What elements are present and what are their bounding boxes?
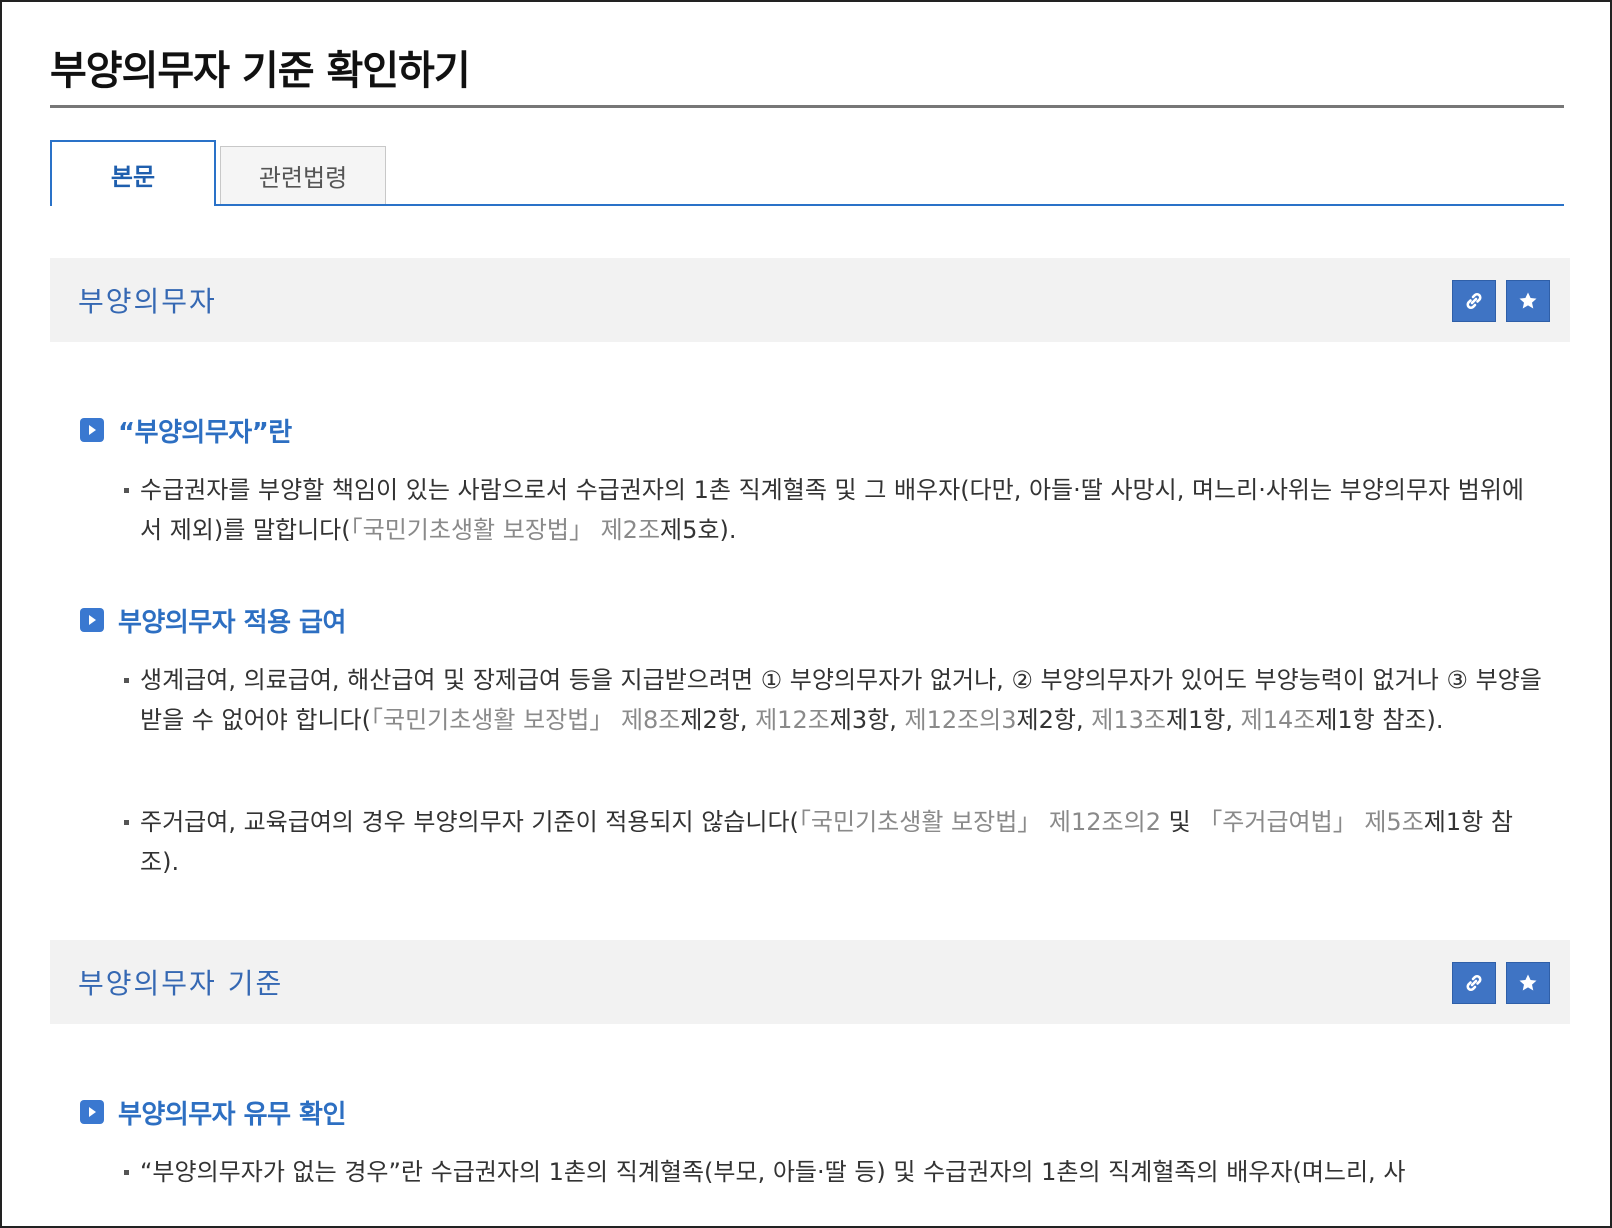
law-reference-link[interactable]: 제13조 [1091,706,1166,734]
section-header-dependent-obligor: 부양의무자 [50,258,1570,342]
law-reference-link[interactable]: 「국민기초생활 보장법」 제12조의2 [799,808,1161,836]
bookmark-button[interactable] [1506,280,1550,322]
list-item-text: 수급권자를 부양할 책임이 있는 사람으로서 수급권자의 1촌 직계혈족 및 그… [140,476,1524,544]
subsection-heading: 부양의무자 유무 확인 [80,1094,346,1130]
law-reference-link[interactable]: 제12조의3 [904,706,1016,734]
play-arrow-icon [80,1100,104,1124]
list-item: 주거급여, 교육급여의 경우 부양의무자 기준이 적용되지 않습니다(「국민기초… [122,802,1542,882]
subsection-heading-text: 부양의무자 유무 확인 [118,1099,346,1130]
star-icon [1519,974,1537,991]
link-icon [1466,293,1482,309]
list-item: “부양의무자가 없는 경우”란 수급권자의 1촌의 직계혈족(부모, 아들·딸 … [122,1152,1542,1192]
tab-bar: 본문 관련법령 [50,140,1564,206]
title-divider [50,105,1564,108]
tab-body[interactable]: 본문 [50,140,216,206]
law-reference-link[interactable]: 「국민기초생활 보장법」 제8조 [371,706,680,734]
tab-underline [50,204,1564,206]
document-frame: 부양의무자 기준 확인하기 본문 관련법령 부양의무자 “부양의무자”란 수급권… [0,0,1612,1228]
play-arrow-icon [80,608,104,632]
play-arrow-icon [80,418,104,442]
bullet-dot [124,678,129,683]
list-item-text: 생계급여, 의료급여, 해산급여 및 장제급여 등을 지급받으려면 ① 부양의무… [140,666,1542,734]
law-reference-link[interactable]: 「주거급여법」 제5조 [1198,808,1423,836]
tab-related-laws[interactable]: 관련법령 [220,146,386,204]
bullet-dot [124,1170,129,1175]
page-title: 부양의무자 기준 확인하기 [50,48,471,94]
section-title: 부양의무자 [78,285,217,318]
section-title: 부양의무자 기준 [78,967,284,1000]
list-item-text: “부양의무자가 없는 경우”란 수급권자의 1촌의 직계혈족(부모, 아들·딸 … [140,1158,1406,1186]
subsection-heading: 부양의무자 적용 급여 [80,602,346,638]
list-item: 수급권자를 부양할 책임이 있는 사람으로서 수급권자의 1촌 직계혈족 및 그… [122,470,1542,550]
section-header-dependent-obligor-criteria: 부양의무자 기준 [50,940,1570,1024]
bullet-dot [124,820,129,825]
copy-link-button[interactable] [1452,962,1496,1004]
law-reference-link[interactable]: 제14조 [1241,706,1316,734]
law-reference-link[interactable]: 제12조 [755,706,830,734]
subsection-heading-text: “부양의무자”란 [118,417,292,448]
subsection-heading-text: 부양의무자 적용 급여 [118,607,346,638]
bookmark-button[interactable] [1506,962,1550,1004]
law-reference-link[interactable]: 「국민기초생활 보장법」 제2조 [351,516,660,544]
link-icon [1466,975,1482,991]
bullet-dot [124,488,129,493]
star-icon [1519,292,1537,309]
subsection-heading: “부양의무자”란 [80,412,292,448]
list-item: 생계급여, 의료급여, 해산급여 및 장제급여 등을 지급받으려면 ① 부양의무… [122,660,1542,740]
copy-link-button[interactable] [1452,280,1496,322]
list-item-text: 주거급여, 교육급여의 경우 부양의무자 기준이 적용되지 않습니다(「국민기초… [140,808,1513,876]
